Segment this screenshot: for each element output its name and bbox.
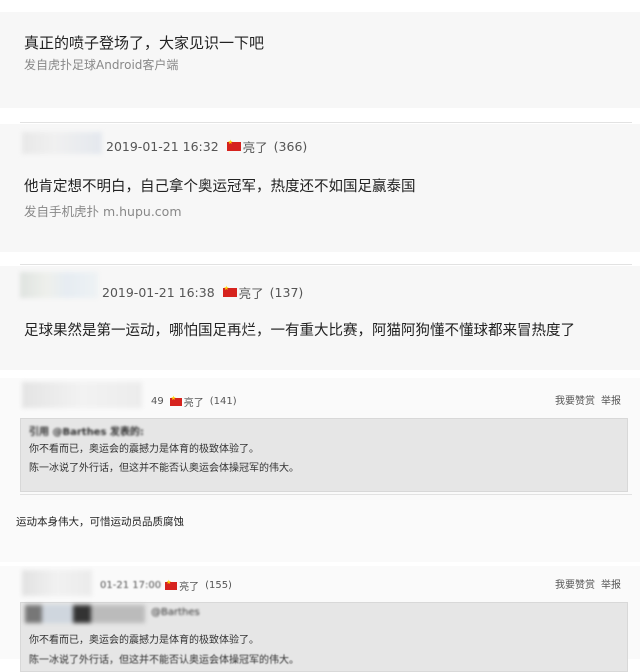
reply-2: 2019-01-21 16:32 亮了 (366) 他肯定想不明白，自己拿个奥运… <box>0 124 640 252</box>
light-label[interactable]: 亮了 <box>184 394 204 409</box>
report-button[interactable]: 举报 <box>601 392 621 407</box>
post-body: 真正的喷子登场了，大家见识一下吧 <box>24 34 265 52</box>
quote-line: 你不看而已，奥运会的震撼力是体育的极致体验了。 <box>29 444 259 455</box>
avatar[interactable] <box>20 272 98 298</box>
reply-meta: 2019-01-21 16:38 亮了 (137) <box>102 283 303 302</box>
quote-block: @Barthes 你不看而已，奥运会的震撼力是体育的极致体验了。 陈一冰说了外行… <box>20 602 628 672</box>
post-source: 发自虎扑足球Android客户端 <box>24 58 179 72</box>
quote-line: 陈一冰说了外行话，但这并不能否认奥运会体操冠军的伟大。 <box>29 463 299 474</box>
divider <box>20 122 632 123</box>
report-button[interactable]: 举报 <box>601 576 621 591</box>
recommend-button[interactable]: 我要赞赏 <box>555 576 595 591</box>
reply-time: 01-21 17:00 <box>100 580 162 591</box>
flag-icon <box>222 285 237 297</box>
light-count: (155) <box>205 580 232 591</box>
flag-icon <box>165 579 178 590</box>
reply-source: 发自手机虎扑 m.hupu.com <box>24 204 182 219</box>
light-label[interactable]: 亮了 <box>239 283 264 302</box>
reply-body: 他肯定想不明白，自己拿个奥运冠军，热度还不如国足赢泰国 <box>24 179 416 195</box>
flag-icon <box>169 395 182 406</box>
reply-body: 运动本身伟大，可惜运动员品质腐蚀 <box>16 516 184 528</box>
quote-block: 引用 @Barthes 发表的: 你不看而已，奥运会的震撼力是体育的极致体验了。… <box>20 418 628 492</box>
light-label[interactable]: 亮了 <box>243 137 268 156</box>
recommend-button[interactable]: 我要赞赏 <box>555 392 595 407</box>
divider <box>20 264 632 265</box>
light-label[interactable]: 亮了 <box>179 578 199 593</box>
quote-header: @Barthes <box>151 607 200 618</box>
reply-meta: 49 亮了 (141) <box>151 394 237 410</box>
post-1: 真正的喷子登场了，大家见识一下吧 发自虎扑足球Android客户端 <box>0 12 640 108</box>
divider <box>20 494 632 495</box>
avatar[interactable] <box>22 382 142 408</box>
avatar[interactable] <box>22 570 92 596</box>
reply-time: 49 <box>151 396 164 407</box>
flag-icon <box>226 139 241 151</box>
reply-5: 01-21 17:00 亮了 (155) 我要赞赏 举报 @Barthes 你不… <box>0 566 640 672</box>
light-count: (141) <box>209 396 237 407</box>
reply-time: 2019-01-21 16:38 <box>102 285 215 300</box>
reply-meta: 2019-01-21 16:32 亮了 (366) <box>106 137 307 156</box>
quote-header: 引用 @Barthes 发表的: <box>29 427 144 438</box>
reply-3: 2019-01-21 16:38 亮了 (137) 足球果然是第一运动，哪怕国足… <box>0 266 640 370</box>
light-count: (366) <box>273 139 308 154</box>
quote-line: 你不看而已，奥运会的震撼力是体育的极致体验了。 <box>29 635 259 646</box>
quote-avatar <box>25 605 145 623</box>
reply-body: 足球果然是第一运动，哪怕国足再烂，一有重大比赛，阿猫阿狗懂不懂球都来冒热度了 <box>24 323 575 339</box>
avatar[interactable] <box>22 132 102 154</box>
reply-4: 49 亮了 (141) 我要赞赏 举报 引用 @Barthes 发表的: 你不看… <box>0 378 640 562</box>
reply-meta: 01-21 17:00 亮了 (155) <box>100 578 232 594</box>
reply-time: 2019-01-21 16:32 <box>106 139 219 154</box>
light-count: (137) <box>269 285 304 300</box>
